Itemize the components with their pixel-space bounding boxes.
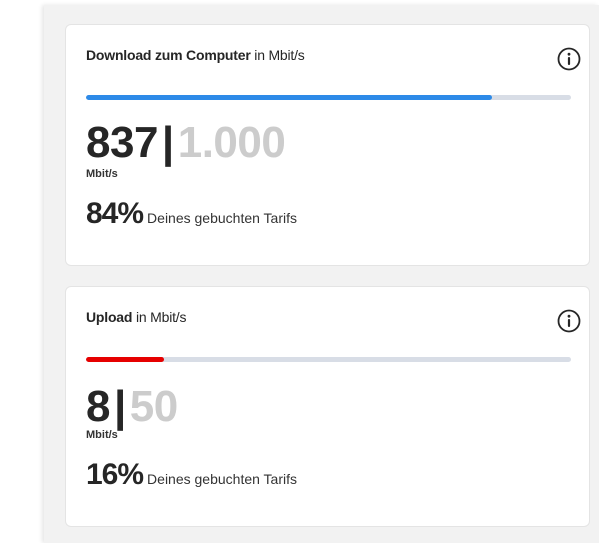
download-title: Download zum Computer in Mbit/s xyxy=(86,47,305,63)
download-max-speed: 1.000 xyxy=(177,118,286,167)
download-speed: 837|1.000 xyxy=(86,118,286,167)
download-separator: | xyxy=(161,118,174,167)
upload-progress-fill xyxy=(86,357,164,362)
upload-card: Upload in Mbit/s 8|50 Mbit/s 16% Deines g… xyxy=(65,286,590,527)
download-progress-track xyxy=(86,95,571,100)
upload-speed: 8|50 xyxy=(86,385,178,429)
upload-title-bold: Upload xyxy=(86,309,133,325)
upload-title-unit: in Mbit/s xyxy=(135,309,187,325)
upload-separator: | xyxy=(113,382,126,431)
upload-current-speed: 8 xyxy=(86,382,110,431)
upload-percent: 16% xyxy=(86,458,144,491)
download-percent: 84% xyxy=(86,197,144,230)
info-icon[interactable] xyxy=(557,47,581,71)
download-current-speed: 837 xyxy=(86,118,158,167)
info-icon[interactable] xyxy=(557,309,581,333)
upload-percent-line: 16% Deines gebuchten Tarifs xyxy=(86,458,297,492)
download-title-bold: Download zum Computer xyxy=(86,47,251,63)
upload-max-speed: 50 xyxy=(129,382,178,431)
download-title-unit: in Mbit/s xyxy=(254,47,305,63)
download-unit: Mbit/s xyxy=(86,168,118,180)
download-progress-fill xyxy=(86,95,492,100)
download-percent-label: Deines gebuchten Tarifs xyxy=(147,210,297,226)
upload-title: Upload in Mbit/s xyxy=(86,309,186,325)
download-card: Download zum Computer in Mbit/s 837|1.00… xyxy=(65,24,590,266)
upload-unit: Mbit/s xyxy=(86,429,118,441)
upload-progress-track xyxy=(86,357,571,362)
download-percent-line: 84% Deines gebuchten Tarifs xyxy=(86,197,297,231)
upload-percent-label: Deines gebuchten Tarifs xyxy=(147,471,297,487)
